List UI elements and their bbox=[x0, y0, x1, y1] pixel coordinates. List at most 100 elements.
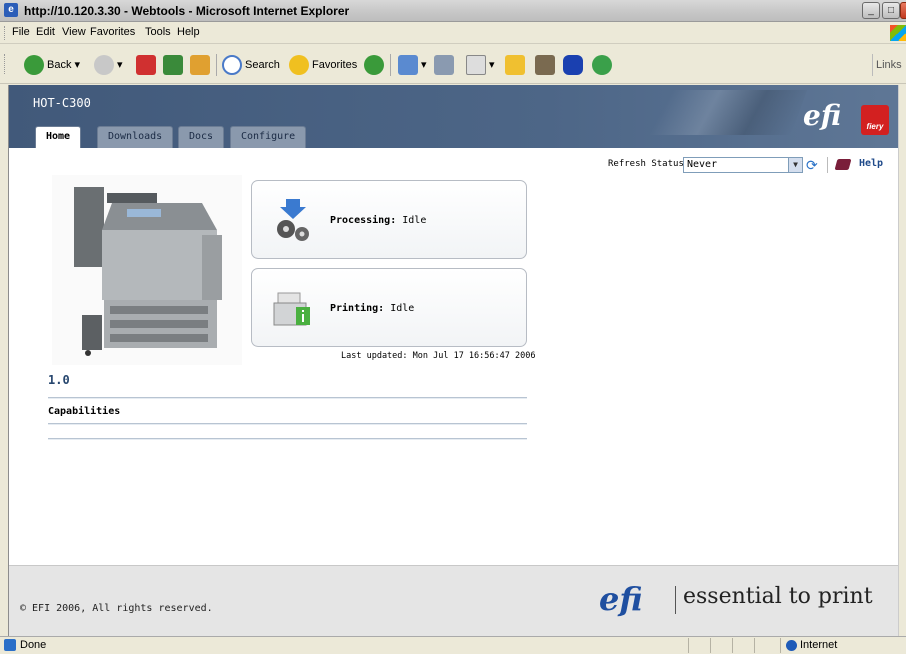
favorites-label: Favorites bbox=[312, 59, 358, 71]
refresh-icon bbox=[163, 55, 183, 76]
forward-button[interactable]: ▾ bbox=[94, 54, 123, 76]
tab-docs[interactable]: Docs bbox=[178, 126, 225, 148]
print-button[interactable] bbox=[434, 54, 457, 76]
bluetooth-icon bbox=[563, 55, 583, 76]
stop-button[interactable] bbox=[136, 54, 159, 76]
page-footer: © EFI 2006, All rights reserved. efi ess… bbox=[9, 565, 906, 636]
menu-view[interactable]: View bbox=[62, 26, 86, 38]
minimize-button[interactable]: _ bbox=[862, 2, 880, 19]
status-cell bbox=[754, 638, 755, 653]
page-icon bbox=[4, 639, 16, 651]
section-divider bbox=[48, 438, 527, 440]
window-title: http://10.120.3.30 - Webtools - Microsof… bbox=[24, 4, 350, 18]
help-link[interactable]: Help bbox=[859, 158, 883, 169]
back-label: Back bbox=[47, 59, 72, 71]
menu-bar: File Edit View Favorites Tools Help bbox=[0, 22, 906, 44]
research-button[interactable] bbox=[535, 54, 558, 76]
status-cell bbox=[732, 638, 733, 653]
menu-file[interactable]: File bbox=[12, 26, 30, 38]
copyright-text: © EFI 2006, All rights reserved. bbox=[20, 603, 213, 614]
history-button[interactable] bbox=[364, 54, 387, 76]
folder-icon bbox=[505, 55, 525, 76]
messenger-icon bbox=[592, 55, 612, 76]
window-border bbox=[898, 85, 906, 636]
processing-value: Idle bbox=[402, 215, 427, 226]
print-icon bbox=[434, 55, 454, 76]
toolbar-grip[interactable] bbox=[4, 54, 7, 74]
processing-label: Processing: bbox=[330, 215, 397, 226]
device-name: HOT-C300 bbox=[33, 96, 91, 110]
page-header: HOT-C300 efi fiery Home Downloads Docs C… bbox=[9, 85, 906, 148]
status-bar: Done Internet bbox=[0, 636, 906, 654]
printer-image bbox=[52, 175, 242, 365]
edit-icon bbox=[466, 55, 486, 76]
toolbar: Back ▾ ▾ Search Favorites ▾ ▾ Links bbox=[0, 44, 906, 84]
toolbar-separator bbox=[216, 54, 217, 76]
menu-tools[interactable]: Tools bbox=[145, 26, 171, 38]
refresh-status-icon[interactable]: ⟳ bbox=[806, 157, 818, 174]
processing-status-card: Processing: Idle bbox=[251, 180, 527, 259]
research-icon bbox=[535, 55, 555, 76]
refresh-status-select[interactable]: Never ▼ bbox=[683, 157, 803, 173]
security-zone: Internet bbox=[800, 639, 838, 651]
forward-arrow-icon bbox=[94, 55, 114, 76]
menu-favorites[interactable]: Favorites bbox=[90, 26, 135, 38]
fiery-logo: fiery bbox=[861, 105, 889, 135]
mail-button[interactable]: ▾ bbox=[398, 54, 427, 76]
back-arrow-icon bbox=[24, 55, 44, 76]
links-button[interactable]: Links bbox=[872, 54, 902, 76]
printer-info-icon bbox=[273, 292, 310, 326]
header-decoration bbox=[640, 90, 808, 135]
chevron-down-icon[interactable]: ▼ bbox=[788, 158, 802, 172]
messenger-button[interactable] bbox=[592, 54, 615, 76]
tab-downloads[interactable]: Downloads bbox=[97, 126, 174, 148]
refresh-status-value: Never bbox=[687, 159, 718, 170]
history-icon bbox=[364, 55, 384, 76]
footer-tagline: essential to print bbox=[683, 584, 873, 609]
star-icon bbox=[289, 55, 309, 76]
printing-status-card: Printing: Idle bbox=[251, 268, 527, 347]
refresh-status-label: Refresh Status: bbox=[608, 159, 690, 169]
windows-logo-icon bbox=[890, 25, 906, 41]
search-label: Search bbox=[245, 59, 280, 71]
divider bbox=[827, 157, 828, 173]
ie-icon: e bbox=[4, 3, 18, 17]
maximize-button[interactable]: □ bbox=[882, 2, 900, 19]
printing-label: Printing: bbox=[330, 303, 385, 314]
menu-help[interactable]: Help bbox=[177, 26, 200, 38]
toolbar-separator bbox=[390, 54, 391, 76]
last-updated: Last updated: Mon Jul 17 16:56:47 2006 bbox=[341, 351, 536, 361]
menu-grip[interactable] bbox=[4, 26, 7, 40]
mail-icon bbox=[398, 55, 418, 76]
close-button[interactable] bbox=[900, 2, 906, 19]
section-divider bbox=[48, 397, 527, 399]
tab-home[interactable]: Home bbox=[35, 126, 82, 148]
title-bar: e http://10.120.3.30 - Webtools - Micros… bbox=[0, 0, 906, 22]
device-version: 1.0 bbox=[48, 373, 70, 387]
bluetooth-button[interactable] bbox=[563, 54, 586, 76]
folder-button[interactable] bbox=[505, 54, 528, 76]
processing-gears-icon bbox=[277, 199, 309, 241]
printing-status: Printing: Idle bbox=[330, 303, 414, 314]
back-button[interactable]: Back ▾ bbox=[24, 54, 80, 76]
menu-edit[interactable]: Edit bbox=[36, 26, 55, 38]
status-cell bbox=[688, 638, 689, 653]
help-book-icon[interactable] bbox=[834, 159, 852, 170]
processing-status: Processing: Idle bbox=[330, 215, 426, 226]
search-button[interactable]: Search bbox=[222, 54, 280, 76]
tab-configure[interactable]: Configure bbox=[230, 126, 307, 148]
section-divider bbox=[48, 423, 527, 425]
favorites-button[interactable]: Favorites bbox=[289, 54, 357, 76]
capabilities-heading[interactable]: Capabilities bbox=[48, 406, 120, 417]
page-viewport: HOT-C300 efi fiery Home Downloads Docs C… bbox=[8, 85, 906, 636]
home-button[interactable] bbox=[190, 54, 213, 76]
efi-logo: efi bbox=[803, 99, 842, 132]
edit-button[interactable]: ▾ bbox=[466, 54, 495, 76]
footer-efi-logo: efi bbox=[599, 580, 643, 618]
stop-icon bbox=[136, 55, 156, 76]
internet-zone-icon bbox=[786, 640, 797, 651]
refresh-page-button[interactable] bbox=[163, 54, 186, 76]
status-cell bbox=[780, 638, 781, 653]
footer-divider bbox=[675, 586, 676, 614]
browser-window: e http://10.120.3.30 - Webtools - Micros… bbox=[0, 0, 906, 654]
